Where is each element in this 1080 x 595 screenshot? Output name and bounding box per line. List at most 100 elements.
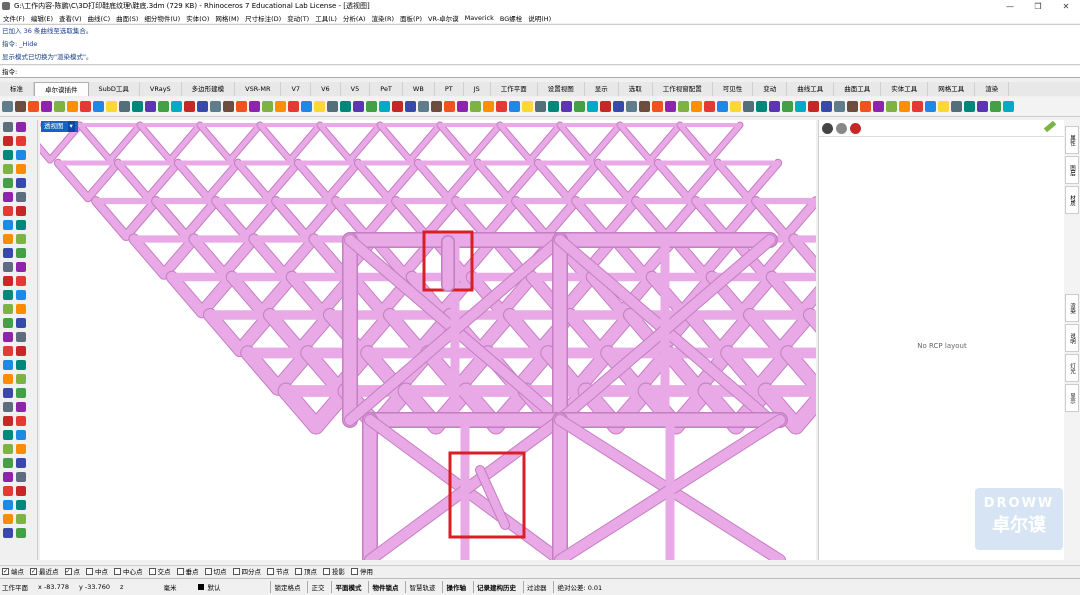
left-tool-icon[interactable] xyxy=(3,206,13,216)
status-grid-snap[interactable]: 锁定格点 xyxy=(270,581,303,593)
toolbar-tool-icon[interactable] xyxy=(782,101,793,112)
left-tool-icon[interactable] xyxy=(16,514,26,524)
toolbar-tool-icon[interactable] xyxy=(756,101,767,112)
tab-display[interactable]: 显示 xyxy=(585,82,619,96)
status-gumball[interactable]: 操作轴 xyxy=(442,581,469,593)
toolbar-tool-icon[interactable] xyxy=(639,101,650,112)
toolbar-tool-icon[interactable] xyxy=(860,101,871,112)
osnap-checkbox[interactable] xyxy=(267,567,274,575)
left-tool-icon[interactable] xyxy=(3,276,13,286)
left-tool-icon[interactable] xyxy=(16,164,26,174)
pencil-icon[interactable] xyxy=(1043,120,1057,133)
toolbar-tool-icon[interactable] xyxy=(353,101,364,112)
toolbar-tool-icon[interactable] xyxy=(106,101,117,112)
menu-maverick[interactable]: Maverick xyxy=(465,14,494,22)
osnap-checkbox[interactable] xyxy=(114,567,121,575)
tab-v6[interactable]: V6 xyxy=(311,82,341,96)
tab-transform[interactable]: 变动 xyxy=(753,82,788,96)
toolbar-tool-icon[interactable] xyxy=(80,101,91,112)
toolbar-tool-icon[interactable] xyxy=(158,101,169,112)
menu-surface[interactable]: 曲面(S) xyxy=(116,13,138,23)
toolbar-tool-icon[interactable] xyxy=(483,101,494,112)
toolbar-tool-icon[interactable] xyxy=(249,101,260,112)
left-tool-icon[interactable] xyxy=(3,416,13,426)
toolbar-tool-icon[interactable] xyxy=(600,101,611,112)
left-tool-icon[interactable] xyxy=(16,262,26,272)
left-tool-icon[interactable] xyxy=(16,360,26,370)
command-prompt-input[interactable]: 指令: xyxy=(0,66,1080,78)
toolbar-tool-icon[interactable] xyxy=(145,101,156,112)
osnap-8[interactable]: 四分点 xyxy=(232,566,261,576)
tab-viewport-layout[interactable]: 工作视窗配置 xyxy=(653,82,713,96)
left-tool-icon[interactable] xyxy=(16,234,26,244)
hatch-icon[interactable] xyxy=(836,122,847,134)
toolbar-tool-icon[interactable] xyxy=(392,101,403,112)
toolbar-tool-icon[interactable] xyxy=(379,101,390,112)
toolbar-tool-icon[interactable] xyxy=(990,101,1001,112)
object-icon[interactable] xyxy=(822,122,833,134)
tab-js[interactable]: JS xyxy=(464,82,491,96)
tab-cplane[interactable]: 工作平面 xyxy=(491,82,538,96)
toolbar-tool-icon[interactable] xyxy=(41,101,52,112)
left-tool-icon[interactable] xyxy=(3,220,13,230)
side-tab-properties[interactable]: 属性 xyxy=(1065,126,1079,154)
tab-set-view[interactable]: 设置视图 xyxy=(538,82,585,96)
menu-bg[interactable]: BG螺栓 xyxy=(500,13,522,23)
side-tab-materials[interactable]: 材质 xyxy=(1065,186,1079,214)
menu-curve[interactable]: 曲线(C) xyxy=(88,13,111,23)
toolbar-tool-icon[interactable] xyxy=(288,101,299,112)
left-tool-icon[interactable] xyxy=(16,500,26,510)
tab-curve-tools[interactable]: 曲线工具 xyxy=(787,82,835,96)
left-tool-icon[interactable] xyxy=(3,444,13,454)
menu-edit[interactable]: 编辑(E) xyxy=(31,13,53,23)
toolbar-tool-icon[interactable] xyxy=(171,101,182,112)
tab-wb[interactable]: WB xyxy=(403,82,435,96)
toolbar-tool-icon[interactable] xyxy=(821,101,832,112)
left-tool-icon[interactable] xyxy=(3,458,13,468)
osnap-1[interactable]: ✓ 最近点 xyxy=(30,566,59,576)
toolbar-tool-icon[interactable] xyxy=(2,101,13,112)
tab-v7[interactable]: V7 xyxy=(281,82,312,96)
toolbar-tool-icon[interactable] xyxy=(899,101,910,112)
left-tool-icon[interactable] xyxy=(3,290,13,300)
left-tool-icon[interactable] xyxy=(16,290,26,300)
osnap-checkbox[interactable]: ✓ xyxy=(30,567,37,575)
left-tool-icon[interactable] xyxy=(16,486,26,496)
osnap-6[interactable]: 垂点 xyxy=(176,566,199,576)
toolbar-tool-icon[interactable] xyxy=(912,101,923,112)
toolbar-tool-icon[interactable] xyxy=(210,101,221,112)
status-ortho[interactable]: 正交 xyxy=(307,581,327,593)
toolbar-tool-icon[interactable] xyxy=(93,101,104,112)
osnap-checkbox[interactable] xyxy=(204,567,212,575)
osnap-9[interactable]: 节点 xyxy=(267,566,289,576)
tab-pet[interactable]: PeT xyxy=(370,82,403,96)
side-tab-render[interactable]: 渲染 xyxy=(1065,294,1079,322)
toolbar-tool-icon[interactable] xyxy=(613,101,624,112)
tab-subd-tools[interactable]: SubD工具 xyxy=(89,82,140,96)
menu-file[interactable]: 文件(F) xyxy=(3,13,25,23)
left-tool-icon[interactable] xyxy=(16,304,26,314)
left-tool-icon[interactable] xyxy=(16,318,26,328)
left-tool-icon[interactable] xyxy=(3,430,13,440)
toolbar-tool-icon[interactable] xyxy=(223,101,234,112)
tab-select[interactable]: 选取 xyxy=(619,82,653,96)
left-tool-icon[interactable] xyxy=(16,192,26,202)
toolbar-tool-icon[interactable] xyxy=(444,101,455,112)
osnap-4[interactable]: 中心点 xyxy=(114,566,143,576)
osnap-5[interactable]: 交点 xyxy=(148,566,171,576)
osnap-checkbox[interactable]: ✓ xyxy=(64,567,72,575)
osnap-10[interactable]: 顶点 xyxy=(295,566,317,576)
left-tool-icon[interactable] xyxy=(16,528,26,538)
status-osnap[interactable]: 物件锁点 xyxy=(368,581,401,593)
viewport-menu-arrow[interactable]: ▾ xyxy=(67,121,75,132)
toolbar-tool-icon[interactable] xyxy=(67,101,78,112)
left-tool-icon[interactable] xyxy=(3,262,13,272)
toolbar-tool-icon[interactable] xyxy=(951,101,962,112)
tab-droww-plugin[interactable]: 卓尔谟插件 xyxy=(34,82,89,96)
left-tool-icon[interactable] xyxy=(16,136,26,146)
osnap-checkbox[interactable] xyxy=(295,567,302,575)
toolbar-tool-icon[interactable] xyxy=(795,101,806,112)
left-tool-icon[interactable] xyxy=(3,248,13,258)
toolbar-tool-icon[interactable] xyxy=(197,101,208,112)
toolbar-tool-icon[interactable] xyxy=(678,101,689,112)
